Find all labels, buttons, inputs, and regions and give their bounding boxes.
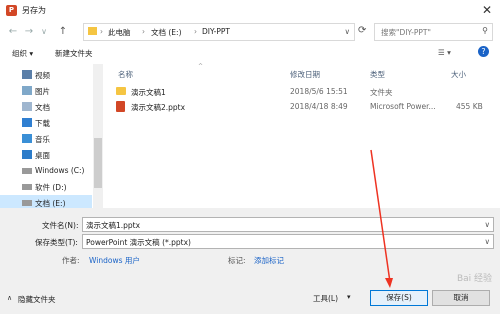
drive-icon — [22, 184, 32, 190]
drive-icon — [22, 168, 32, 174]
sidebar-item-label: Windows (C:) — [35, 166, 85, 175]
sidebar-item-drive-d[interactable]: 软件 (D:) — [0, 179, 92, 195]
save-button[interactable]: 保存(S) — [370, 290, 428, 306]
filetype-select[interactable]: PowerPoint 演示文稿 (*.pptx) ∨ — [82, 234, 494, 249]
sidebar-item-label: 桌面 — [35, 151, 50, 160]
pictures-icon — [22, 86, 32, 95]
breadcrumb-diy-ppt[interactable]: DIY-PPT — [202, 27, 230, 36]
sidebar-item-label: 文档 — [35, 103, 50, 112]
breadcrumb-separator: › — [194, 27, 197, 36]
sort-up-icon: ^ — [198, 63, 204, 70]
breadcrumb-separator: › — [142, 27, 145, 36]
filetype-label: 保存类型(T): — [35, 238, 78, 247]
tools-button[interactable]: 工具(L) — [313, 293, 338, 304]
pptx-icon — [116, 101, 125, 112]
sidebar-item-label: 图片 — [35, 87, 50, 96]
organize-button[interactable]: 组织 ▾ — [12, 48, 33, 59]
sidebar-item-documents[interactable]: 文档 — [0, 99, 92, 115]
file-size: 455 KB — [456, 102, 483, 111]
recent-dropdown-icon[interactable]: ∨ — [37, 21, 51, 42]
column-header-modified[interactable]: 修改日期 — [290, 69, 320, 80]
tags-link[interactable]: 添加标记 — [254, 255, 284, 266]
save-form-panel: 文件名(N): 演示文稿1.pptx ∨ 保存类型(T): PowerPoint… — [0, 208, 500, 314]
search-input[interactable]: 搜索"DIY-PPT" ⚲ — [374, 23, 493, 41]
filename-value: 演示文稿1.pptx — [86, 221, 141, 230]
sidebar-item-video[interactable]: 视频 — [0, 67, 92, 83]
filename-input[interactable]: 演示文稿1.pptx ∨ — [82, 217, 494, 232]
watermark: Bai 经验 — [456, 274, 492, 284]
folder-icon — [116, 87, 126, 95]
filename-label: 文件名(N): — [42, 221, 79, 230]
address-dropdown-icon[interactable]: ∨ — [345, 27, 351, 36]
sidebar-item-label: 音乐 — [35, 135, 50, 144]
column-header-name[interactable]: 名称 — [118, 69, 133, 80]
sidebar-item-pictures[interactable]: 图片 — [0, 83, 92, 99]
powerpoint-app-icon: P — [6, 5, 17, 16]
documents-icon — [22, 102, 32, 111]
search-icon: ⚲ — [482, 26, 488, 35]
chevron-down-icon[interactable]: ▾ — [347, 293, 351, 301]
file-name: 演示文稿2.pptx — [131, 103, 186, 112]
close-icon[interactable]: ✕ — [482, 3, 492, 17]
address-bar[interactable]: › 此电脑 › 文档 (E:) › DIY-PPT ∨ — [83, 23, 355, 41]
navigation-bar: ← → ∨ ↑ › 此电脑 › 文档 (E:) › DIY-PPT ∨ ⟳ 搜索… — [0, 21, 500, 42]
author-label: 作者: — [62, 256, 80, 265]
sidebar-item-music[interactable]: 音乐 — [0, 131, 92, 147]
sidebar-item-label: 软件 (D:) — [35, 183, 67, 192]
chevron-down-icon[interactable]: ∨ — [485, 220, 491, 229]
up-icon[interactable]: ↑ — [56, 21, 70, 42]
file-list: 名称 ^ 修改日期 类型 大小 演示文稿1 2018/5/6 15:51 文件夹… — [106, 63, 500, 208]
sidebar-item-label: 视频 — [35, 71, 50, 80]
sidebar-item-label: 下载 — [35, 119, 50, 128]
filetype-value: PowerPoint 演示文稿 (*.pptx) — [86, 238, 191, 247]
column-header-type[interactable]: 类型 — [370, 69, 385, 80]
chevron-up-icon[interactable]: ∧ — [7, 294, 12, 302]
downloads-icon — [22, 118, 32, 127]
cancel-button[interactable]: 取消 — [432, 290, 490, 306]
column-header-size[interactable]: 大小 — [451, 69, 466, 80]
view-options-icon[interactable]: ☰ ▾ — [438, 48, 451, 57]
file-modified: 2018/4/18 8:49 — [290, 102, 348, 111]
video-icon — [22, 70, 32, 79]
refresh-icon[interactable]: ⟳ — [358, 25, 366, 36]
file-type: Microsoft Power... — [370, 102, 436, 111]
file-name: 演示文稿1 — [131, 88, 166, 97]
tags-label: 标记: — [228, 256, 246, 265]
breadcrumb-separator: › — [100, 27, 103, 36]
drive-icon — [22, 200, 32, 206]
breadcrumb-this-pc[interactable]: 此电脑 — [108, 27, 131, 38]
title-bar: P 另存为 ✕ — [0, 0, 500, 21]
search-placeholder: 搜索"DIY-PPT" — [381, 28, 431, 37]
sidebar-item-downloads[interactable]: 下载 — [0, 115, 92, 131]
sidebar-item-desktop[interactable]: 桌面 — [0, 147, 92, 163]
author-link[interactable]: Windows 用户 — [89, 255, 140, 266]
new-folder-button[interactable]: 新建文件夹 — [55, 48, 93, 59]
navigation-pane: 视频 图片 文档 下载 音乐 桌面 Windows (C:) 软件 (D:) 文… — [0, 64, 104, 211]
back-icon[interactable]: ← — [6, 21, 20, 42]
toolbar: 组织 ▾ 新建文件夹 ☰ ▾ ? — [0, 42, 500, 64]
desktop-icon — [22, 150, 32, 159]
file-modified: 2018/5/6 15:51 — [290, 87, 348, 96]
sidebar-scrollbar-thumb[interactable] — [94, 138, 102, 188]
file-type: 文件夹 — [370, 88, 393, 97]
sidebar-item-drive-c[interactable]: Windows (C:) — [0, 163, 92, 179]
folder-icon — [88, 27, 97, 35]
forward-icon[interactable]: → — [22, 21, 36, 42]
window-title: 另存为 — [22, 6, 46, 15]
help-icon[interactable]: ? — [478, 46, 489, 57]
hide-folders-toggle[interactable]: 隐藏文件夹 — [18, 294, 56, 305]
breadcrumb-drive-e[interactable]: 文档 (E:) — [151, 27, 182, 38]
music-icon — [22, 134, 32, 143]
table-row[interactable]: 演示文稿2.pptx 2018/4/18 8:49 Microsoft Powe… — [106, 100, 496, 115]
table-row[interactable]: 演示文稿1 2018/5/6 15:51 文件夹 — [106, 85, 496, 100]
chevron-down-icon[interactable]: ∨ — [485, 237, 491, 246]
